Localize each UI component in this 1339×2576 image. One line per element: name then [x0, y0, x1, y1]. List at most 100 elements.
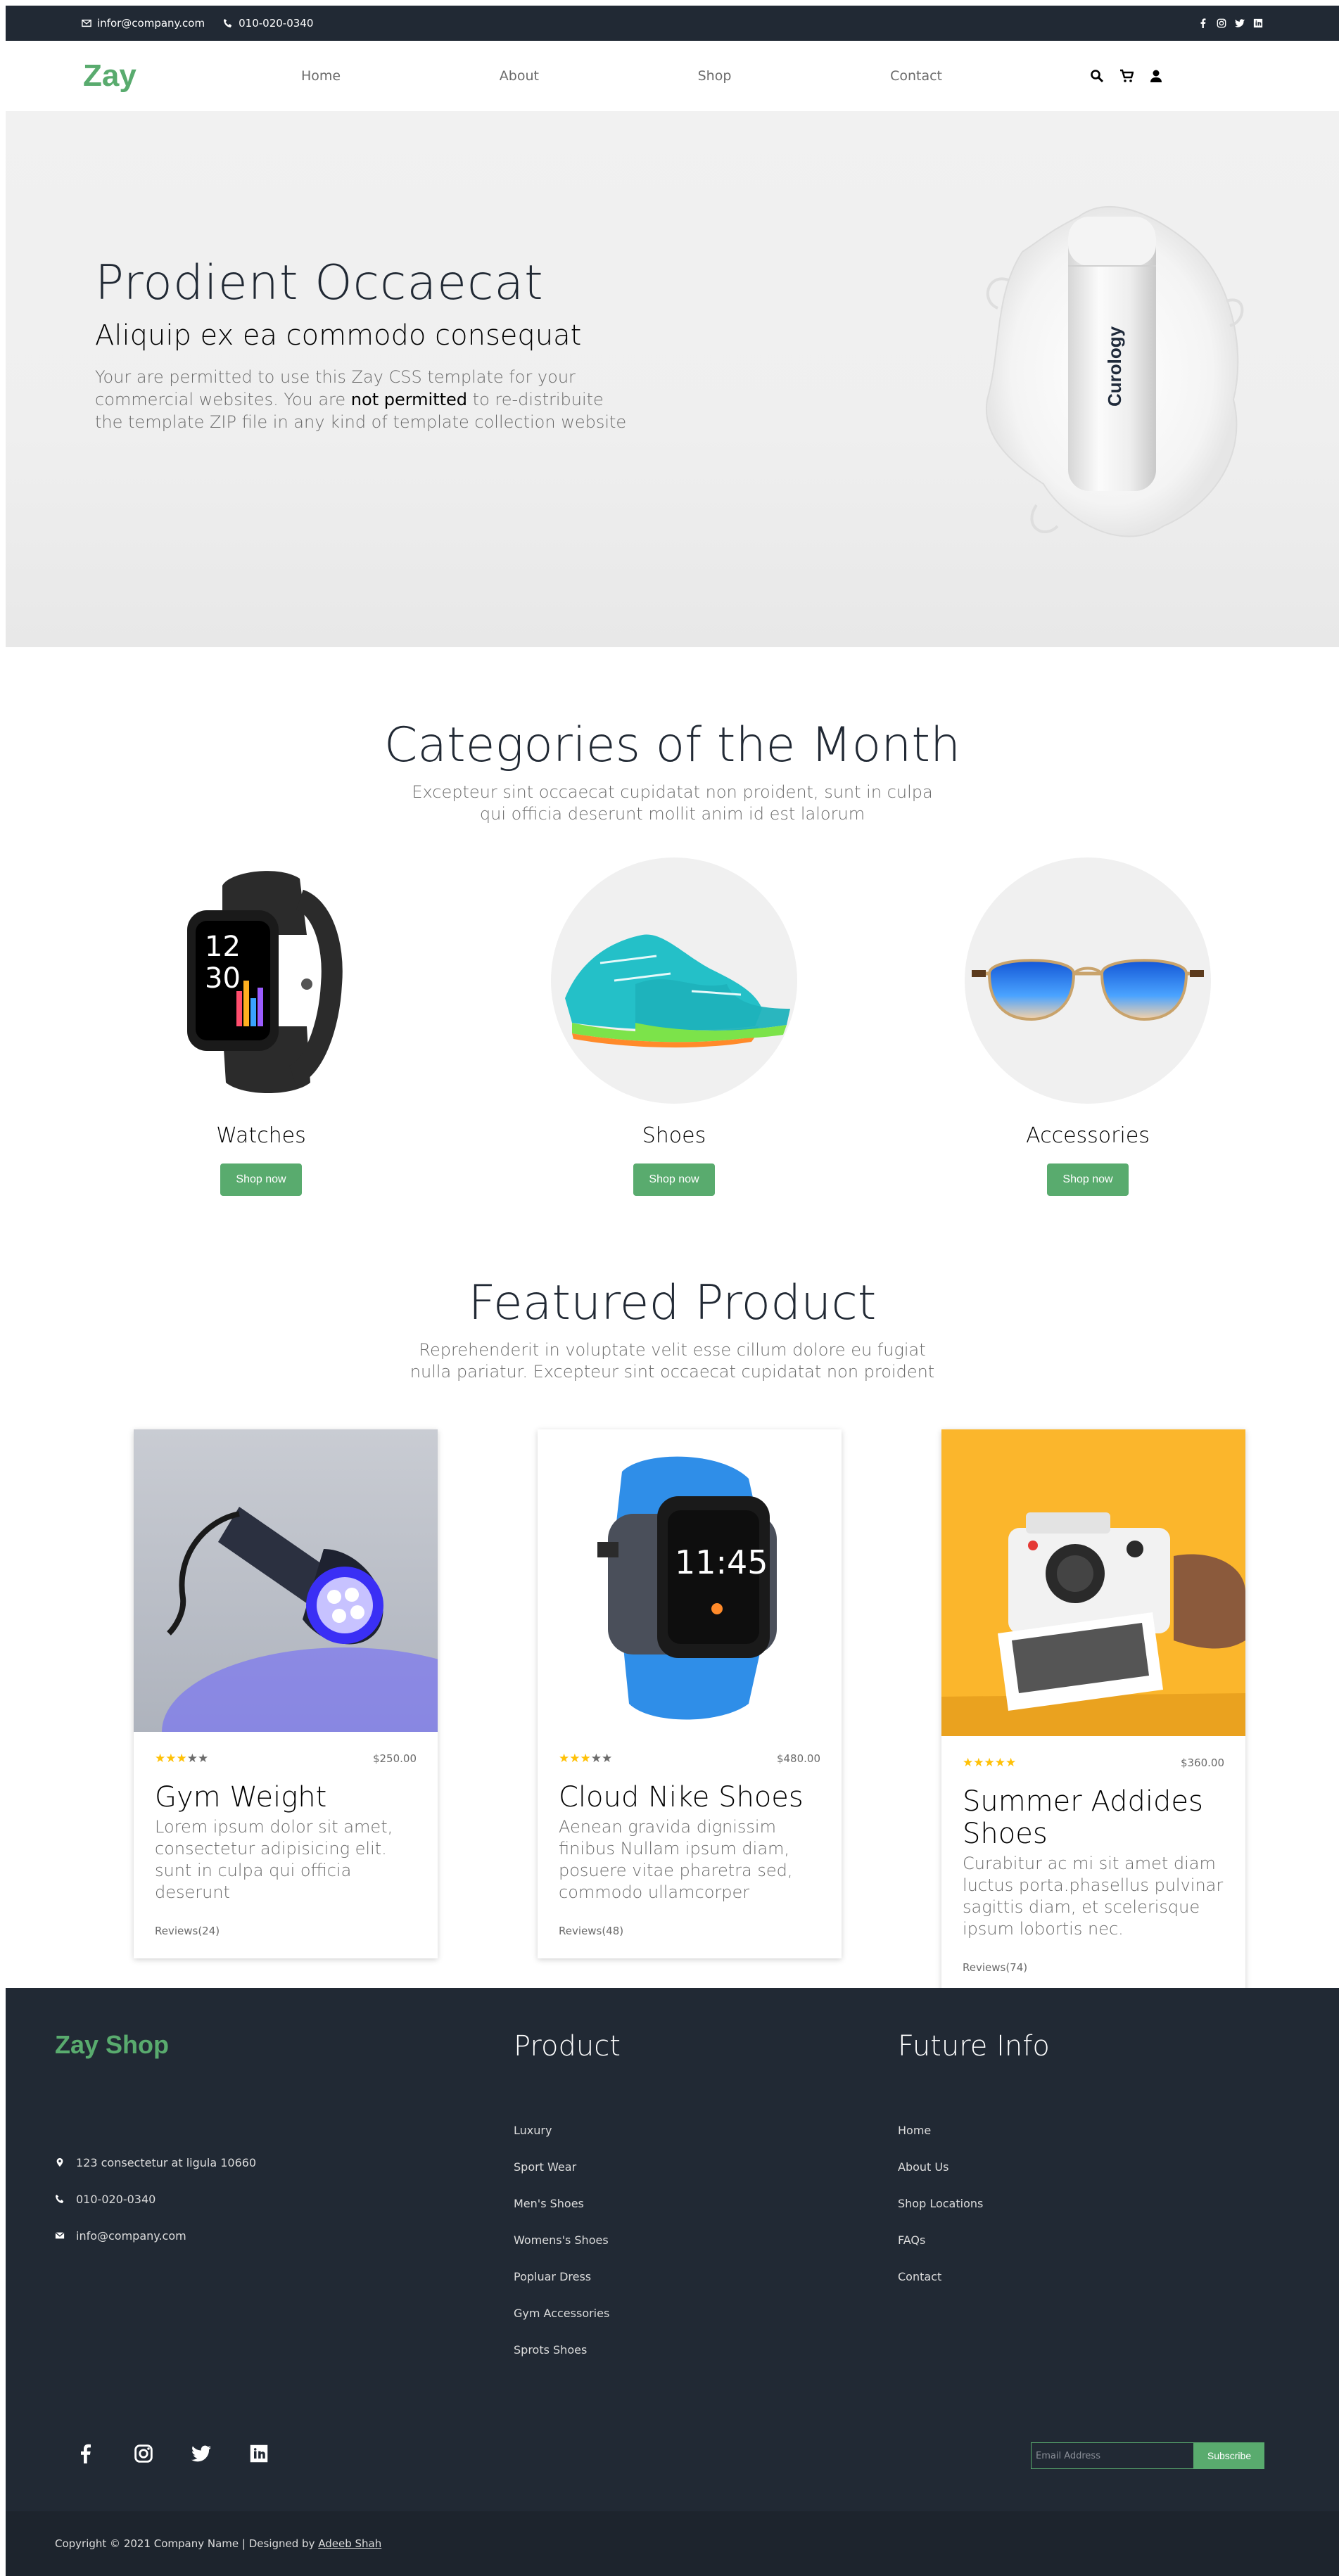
- featured-title: Featured Product: [468, 1275, 877, 1331]
- product-image-camera: [941, 1429, 1245, 1736]
- navbar: Zay Home About Shop Contact: [6, 41, 1339, 111]
- phone-icon: [223, 18, 232, 28]
- product-image-smartwatch: 11:45: [538, 1429, 842, 1732]
- topbar-email[interactable]: infor@company.com: [82, 17, 205, 30]
- footer-link[interactable]: Shop Locations: [898, 2185, 1050, 2221]
- shop-now-shoes-button[interactable]: Shop now: [633, 1163, 715, 1196]
- footer-brand[interactable]: Zay Shop: [55, 2030, 256, 2060]
- footer-link[interactable]: Contact: [898, 2258, 1050, 2295]
- category-name-shoes: Shoes: [642, 1123, 706, 1148]
- phone-icon: [55, 2194, 64, 2204]
- facebook-icon[interactable]: [76, 2444, 96, 2463]
- product-price: $480.00: [776, 1752, 820, 1765]
- topbar-phone[interactable]: 010-020-0340: [223, 17, 313, 30]
- facebook-icon[interactable]: [1198, 18, 1208, 28]
- nav-icons: [1090, 69, 1163, 83]
- categories-list: 12 30 Watches Shop now Shoes Shop now Ac…: [6, 857, 1339, 1223]
- nav-contact[interactable]: Contact: [890, 68, 942, 84]
- hero-product-label: Curology: [1104, 326, 1125, 407]
- footer-link[interactable]: Sport Wear: [514, 2148, 621, 2185]
- shop-now-watches-button[interactable]: Shop now: [220, 1163, 302, 1196]
- footer-phone[interactable]: 010-020-0340: [55, 2181, 256, 2217]
- twitter-icon[interactable]: [191, 2444, 211, 2463]
- footer-product-title: Product: [514, 2030, 621, 2062]
- footer-link[interactable]: About Us: [898, 2148, 1050, 2185]
- hero-title: Prodient Occaecat: [95, 255, 544, 311]
- footer-link[interactable]: Sprots Shoes: [514, 2331, 621, 2368]
- copyright-text: Copyright © 2021 Company Name | Designed…: [55, 2537, 315, 2550]
- product-name[interactable]: Cloud Nike Shoes: [559, 1781, 820, 1813]
- rating-stars: ★★★★★: [963, 1756, 1017, 1770]
- product-price: $250.00: [372, 1752, 417, 1765]
- category-name-watches: Watches: [216, 1123, 306, 1148]
- product-card[interactable]: ★★★★★ $250.00 Gym Weight Lorem ipsum dol…: [134, 1429, 438, 1958]
- footer-info-title: Future Info: [898, 2030, 1050, 2062]
- product-description: Lorem ipsum dolor sit amet, consectetur …: [155, 1817, 393, 1902]
- footer-social: [76, 2444, 269, 2463]
- top-bar: infor@company.com 010-020-0340: [6, 6, 1339, 41]
- topbar-email-text: infor@company.com: [97, 17, 205, 30]
- footer-email[interactable]: info@company.com: [55, 2217, 256, 2254]
- category-accessories: Accessories Shop now: [961, 857, 1214, 1196]
- footer-link[interactable]: Men's Shoes: [514, 2185, 621, 2221]
- svg-text:12: 12: [205, 931, 241, 963]
- product-reviews: Reviews(48): [559, 1925, 624, 1937]
- page: infor@company.com 010-020-0340 Zay Home …: [0, 0, 1339, 2576]
- svg-text:11:45: 11:45: [675, 1543, 768, 1581]
- search-icon[interactable]: [1090, 69, 1104, 83]
- product-image-flashlight: [134, 1429, 438, 1732]
- instagram-icon[interactable]: [134, 2444, 153, 2463]
- footer-product-column: Product Luxury Sport Wear Men's Shoes Wo…: [514, 2030, 621, 2368]
- svg-text:30: 30: [205, 962, 241, 995]
- footer: Zay Shop 123 consectetur at ligula 10660…: [6, 1988, 1339, 2511]
- cart-icon[interactable]: [1119, 69, 1134, 83]
- nav-about[interactable]: About: [500, 68, 539, 84]
- copyright-bar: Copyright © 2021 Company Name | Designed…: [6, 2511, 1339, 2576]
- hero-subtitle: Aliquip ex ea commodo consequat: [95, 319, 582, 352]
- shop-now-accessories-button[interactable]: Shop now: [1047, 1163, 1129, 1196]
- envelope-icon: [55, 2232, 65, 2239]
- subscribe-button[interactable]: Subscribe: [1194, 2442, 1264, 2469]
- category-shoes: Shoes Shop now: [547, 857, 801, 1196]
- twitter-icon[interactable]: [1235, 18, 1245, 28]
- nav-shop[interactable]: Shop: [698, 68, 732, 84]
- user-icon[interactable]: [1149, 69, 1163, 83]
- categories-subtitle: Excepteur sint occaecat cupidatat non pr…: [412, 782, 933, 824]
- featured-subtitle: Reprehenderit in voluptate velit esse ci…: [410, 1340, 935, 1382]
- product-description: Curabitur ac mi sit amet diam luctus por…: [963, 1854, 1224, 1939]
- product-card[interactable]: ★★★★★ $360.00 Summer Addides Shoes Curab…: [941, 1429, 1245, 1995]
- product-name[interactable]: Summer Addides Shoes: [963, 1785, 1224, 1850]
- linkedin-icon[interactable]: [249, 2444, 269, 2463]
- newsletter-form: Subscribe: [1031, 2442, 1264, 2469]
- featured-products: ★★★★★ $250.00 Gym Weight Lorem ipsum dol…: [6, 1429, 1339, 1995]
- footer-brand-column: Zay Shop 123 consectetur at ligula 10660…: [55, 2030, 256, 2254]
- linkedin-icon[interactable]: [1253, 18, 1263, 28]
- product-price: $360.00: [1180, 1756, 1224, 1769]
- product-name[interactable]: Gym Weight: [155, 1781, 417, 1813]
- footer-info-column: Future Info Home About Us Shop Locations…: [898, 2030, 1050, 2295]
- logo[interactable]: Zay: [83, 58, 245, 94]
- rating-stars: ★★★★★: [559, 1752, 613, 1766]
- product-description: Aenean gravida dignissim finibus Nullam …: [559, 1817, 793, 1902]
- designer-link[interactable]: Adeeb Shah: [318, 2537, 381, 2550]
- shoes-image: [551, 857, 797, 1104]
- accessories-image: [965, 857, 1211, 1104]
- footer-link[interactable]: FAQs: [898, 2221, 1050, 2258]
- hero-product-image: Curology: [985, 206, 1244, 537]
- hero-description: Your are permitted to use this Zay CSS t…: [95, 367, 627, 432]
- email-input[interactable]: [1031, 2442, 1194, 2469]
- footer-link[interactable]: Womens's Shoes: [514, 2221, 621, 2258]
- footer-link[interactable]: Luxury: [514, 2112, 621, 2148]
- category-name-accessories: Accessories: [1026, 1123, 1150, 1148]
- footer-link[interactable]: Popluar Dress: [514, 2258, 621, 2295]
- footer-link[interactable]: Gym Accessories: [514, 2295, 621, 2331]
- footer-link[interactable]: Home: [898, 2112, 1050, 2148]
- instagram-icon[interactable]: [1217, 18, 1226, 28]
- nav-home[interactable]: Home: [301, 68, 341, 84]
- rating-stars: ★★★★★: [155, 1752, 209, 1766]
- main-menu: Home About Shop Contact: [245, 68, 1005, 84]
- topbar-social: [1198, 18, 1263, 28]
- envelope-icon: [82, 19, 91, 27]
- product-reviews: Reviews(24): [155, 1925, 220, 1937]
- product-card[interactable]: 11:45 ★★★★★ $480.00 Cloud Nike Shoes Aen…: [538, 1429, 842, 1958]
